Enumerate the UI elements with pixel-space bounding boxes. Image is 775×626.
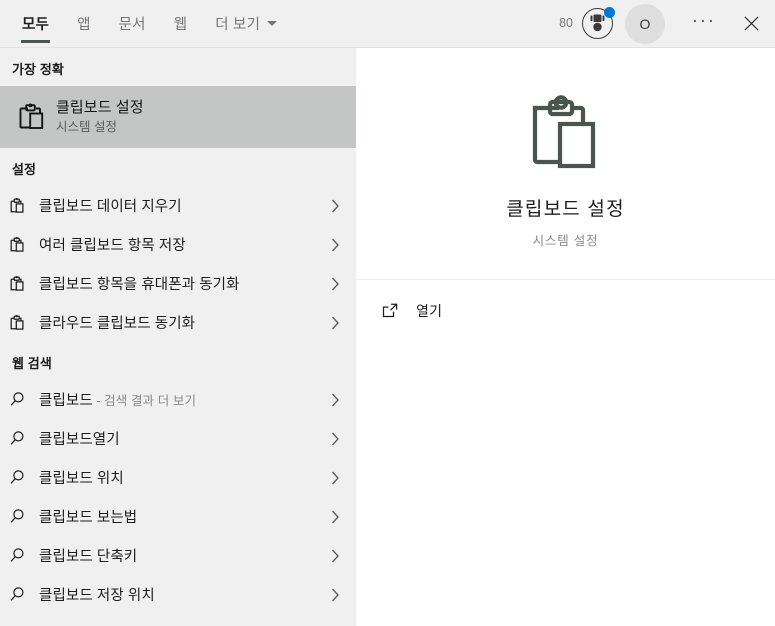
window-body: 가장 정확 클립보드 설정 시스템 설정 설정 클립보드 데이터 지우기 여러 … bbox=[0, 48, 775, 626]
settings-result-2[interactable]: 클립보드 항목을 휴대폰과 동기화 bbox=[0, 264, 356, 303]
tab-documents-label: 문서 bbox=[118, 17, 146, 33]
section-header-settings: 설정 bbox=[12, 162, 37, 177]
settings-result-2-label: 클립보드 항목을 휴대폰과 동기화 bbox=[39, 277, 240, 293]
preview-pane: 클립보드 설정 시스템 설정 열기 bbox=[356, 48, 775, 626]
settings-result-0-label: 클립보드 데이터 지우기 bbox=[39, 199, 182, 215]
chevron-right-icon[interactable] bbox=[324, 277, 346, 291]
open-external-icon bbox=[382, 302, 416, 319]
clipboard-large-icon bbox=[524, 94, 608, 183]
window-header: 모두 앱 문서 웹 더 보기 80 O ··· bbox=[0, 0, 775, 48]
tab-web[interactable]: 웹 bbox=[160, 0, 202, 47]
settings-result-3[interactable]: 클라우드 클립보드 동기화 bbox=[0, 303, 356, 342]
tab-web-label: 웹 bbox=[173, 17, 188, 33]
clipboard-small-icon bbox=[9, 314, 39, 331]
avatar-initial: O bbox=[639, 15, 651, 32]
search-icon bbox=[9, 391, 39, 408]
chevron-right-icon[interactable] bbox=[324, 393, 346, 407]
clipboard-small-icon bbox=[9, 275, 39, 292]
tab-all-label: 모두 bbox=[22, 17, 50, 33]
open-action-label: 열기 bbox=[416, 302, 443, 319]
web-result-0-suffix: - 검색 결과 더 보기 bbox=[92, 394, 197, 408]
rewards-points-label: 80 bbox=[559, 16, 573, 31]
rewards-medal-icon[interactable] bbox=[581, 6, 615, 41]
open-action-button[interactable]: 열기 bbox=[356, 294, 775, 328]
web-result-4[interactable]: 클립보드 단축키 bbox=[0, 536, 356, 575]
search-icon bbox=[9, 547, 39, 564]
close-icon bbox=[744, 16, 758, 31]
search-icon bbox=[9, 469, 39, 486]
web-result-1[interactable]: 클립보드열기 bbox=[0, 419, 356, 458]
tab-apps-label: 앱 bbox=[77, 17, 91, 33]
clipboard-small-icon bbox=[9, 236, 39, 253]
preview-actions: 열기 bbox=[356, 280, 775, 328]
tab-apps[interactable]: 앱 bbox=[63, 0, 105, 47]
best-match-title: 클립보드 설정 bbox=[56, 98, 144, 116]
chevron-right-icon[interactable] bbox=[324, 199, 346, 213]
web-result-5-label: 클립보드 저장 위치 bbox=[39, 588, 155, 604]
preview-header: 클립보드 설정 시스템 설정 bbox=[356, 48, 775, 280]
web-result-2[interactable]: 클립보드 위치 bbox=[0, 458, 356, 497]
web-result-5[interactable]: 클립보드 저장 위치 bbox=[0, 575, 356, 614]
web-result-0[interactable]: 클립보드 - 검색 결과 더 보기 bbox=[0, 380, 356, 419]
best-match-subtitle: 시스템 설정 bbox=[56, 120, 117, 135]
best-match-text: 클립보드 설정 시스템 설정 bbox=[56, 99, 144, 136]
web-result-3-label: 클립보드 보는법 bbox=[39, 510, 138, 526]
close-button[interactable] bbox=[727, 0, 775, 47]
filter-tabs: 모두 앱 문서 웹 더 보기 bbox=[0, 0, 291, 47]
chevron-right-icon[interactable] bbox=[324, 316, 346, 330]
tab-documents[interactable]: 문서 bbox=[105, 0, 160, 47]
tab-all[interactable]: 모두 bbox=[8, 0, 63, 47]
tab-more[interactable]: 더 보기 bbox=[201, 0, 291, 47]
settings-result-1[interactable]: 여러 클립보드 항목 저장 bbox=[0, 225, 356, 264]
web-result-1-label: 클립보드열기 bbox=[39, 432, 120, 448]
web-result-2-label: 클립보드 위치 bbox=[39, 471, 124, 487]
clipboard-icon bbox=[8, 102, 56, 132]
web-result-0-query: 클립보드 bbox=[39, 393, 93, 409]
ellipsis-icon: ··· bbox=[692, 10, 716, 30]
section-header-web-search: 웹 검색 bbox=[12, 356, 52, 371]
chevron-right-icon[interactable] bbox=[324, 432, 346, 446]
preview-subtitle: 시스템 설정 bbox=[532, 233, 599, 248]
clipboard-small-icon bbox=[9, 197, 39, 214]
more-options-button[interactable]: ··· bbox=[681, 0, 727, 47]
web-result-0-label: 클립보드 - 검색 결과 더 보기 bbox=[39, 389, 324, 410]
web-result-6[interactable]: 클립보드 삭제 bbox=[0, 614, 356, 626]
search-window: 모두 앱 문서 웹 더 보기 80 O ··· 가장 정확 클립보드 설정 시스… bbox=[0, 0, 775, 626]
chevron-right-icon[interactable] bbox=[324, 549, 346, 563]
tab-more-label: 더 보기 bbox=[215, 17, 261, 33]
chevron-right-icon[interactable] bbox=[324, 238, 346, 252]
search-icon bbox=[9, 586, 39, 603]
search-icon bbox=[9, 430, 39, 447]
search-icon bbox=[9, 508, 39, 525]
web-result-3[interactable]: 클립보드 보는법 bbox=[0, 497, 356, 536]
settings-result-1-label: 여러 클립보드 항목 저장 bbox=[39, 238, 186, 254]
web-result-4-label: 클립보드 단축키 bbox=[39, 549, 138, 565]
chevron-right-icon[interactable] bbox=[324, 471, 346, 485]
header-actions: 80 O ··· bbox=[559, 0, 775, 47]
settings-result-3-label: 클라우드 클립보드 동기화 bbox=[39, 316, 196, 332]
preview-title: 클립보드 설정 bbox=[506, 199, 625, 220]
chevron-right-icon[interactable] bbox=[324, 510, 346, 524]
best-match-result[interactable]: 클립보드 설정 시스템 설정 bbox=[0, 86, 356, 148]
chevron-right-icon[interactable] bbox=[324, 588, 346, 602]
notification-dot bbox=[604, 6, 615, 18]
chevron-down-icon bbox=[267, 21, 278, 26]
results-pane: 가장 정확 클립보드 설정 시스템 설정 설정 클립보드 데이터 지우기 여러 … bbox=[0, 48, 356, 626]
avatar[interactable]: O bbox=[625, 3, 665, 44]
settings-result-0[interactable]: 클립보드 데이터 지우기 bbox=[0, 186, 356, 225]
section-header-best-match: 가장 정확 bbox=[12, 62, 64, 77]
